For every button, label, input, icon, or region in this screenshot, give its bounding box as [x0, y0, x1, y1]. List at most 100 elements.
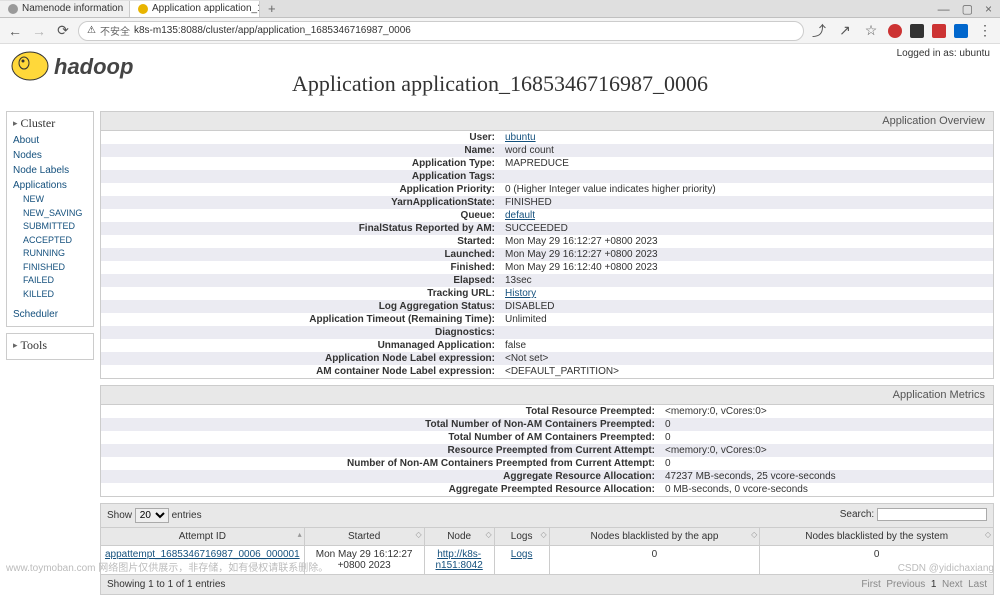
forward-button[interactable]: →	[30, 22, 48, 40]
sidebar-heading-cluster[interactable]: Cluster	[13, 116, 87, 131]
back-button[interactable]: ←	[6, 22, 24, 40]
kv-row: Application Timeout (Remaining Time):Unl…	[101, 313, 993, 326]
search-label: Search:	[840, 509, 874, 520]
svg-text:hadoop: hadoop	[54, 54, 133, 79]
sidebar-link-state-accepted[interactable]: ACCEPTED	[23, 234, 87, 248]
kv-value: false	[501, 340, 526, 351]
sort-icon: ◇	[540, 530, 546, 539]
sidebar-link-state-submitted[interactable]: SUBMITTED	[23, 220, 87, 234]
kv-row: Launched:Mon May 29 16:12:27 +0800 2023	[101, 248, 993, 261]
kv-row: Unmanaged Application:false	[101, 339, 993, 352]
overview-panel: Application Overview User:ubuntuName:wor…	[100, 111, 994, 379]
entries-selector-wrap: Show 20 entries	[107, 508, 202, 523]
th-started[interactable]: Started◇	[304, 528, 424, 546]
insecure-icon: ⚠	[87, 25, 96, 36]
kv-value: <DEFAULT_PARTITION>	[501, 366, 619, 377]
sort-icon: ▴	[298, 530, 302, 539]
kv-row: Finished:Mon May 29 16:12:40 +0800 2023	[101, 261, 993, 274]
entries-label: entries	[172, 510, 202, 521]
entries-select[interactable]: 20	[135, 508, 169, 523]
close-window-icon[interactable]: ×	[985, 2, 992, 16]
kv-label: Tracking URL:	[101, 288, 501, 299]
maximize-icon[interactable]: ▢	[962, 2, 973, 16]
watermark-left: www.toymoban.com 网络图片仅供展示，非存储，如有侵权请联系删除。	[6, 559, 328, 574]
url-text: k8s-m135:8088/cluster/app/application_16…	[134, 25, 411, 36]
pager-last[interactable]: Last	[968, 579, 987, 590]
pager-prev[interactable]: Previous	[886, 579, 925, 590]
sidebar-link-state-failed[interactable]: FAILED	[23, 274, 87, 288]
overview-heading: Application Overview	[101, 112, 993, 131]
share-icon[interactable]: ↗	[836, 22, 854, 40]
sort-icon: ◇	[985, 530, 991, 539]
kv-label: Queue:	[101, 210, 501, 221]
extension-icon[interactable]	[910, 24, 924, 38]
sidebar-link-state-newsaving[interactable]: NEW_SAVING	[23, 207, 87, 221]
share-icon[interactable]: ⤴	[810, 22, 828, 40]
sidebar-link-state-killed[interactable]: KILLED	[23, 288, 87, 302]
kv-value: 0	[661, 458, 671, 469]
pager: First Previous 1 Next Last	[861, 579, 987, 590]
kv-row: Application Tags:	[101, 170, 993, 183]
pager-first[interactable]: First	[861, 579, 880, 590]
th-bl-sys[interactable]: Nodes blacklisted by the system◇	[760, 528, 994, 546]
kv-row: YarnApplicationState:FINISHED	[101, 196, 993, 209]
sidebar-link-state-new[interactable]: NEW	[23, 193, 87, 207]
browser-tab-active[interactable]: Application application_16... ×	[130, 1, 260, 17]
sidebar-link-about[interactable]: About	[13, 133, 87, 148]
th-node[interactable]: Node◇	[424, 528, 494, 546]
kv-value: 47237 MB-seconds, 25 vcore-seconds	[661, 471, 836, 482]
browser-tab[interactable]: Namenode information ×	[0, 1, 130, 17]
reload-button[interactable]: ⟳	[54, 22, 72, 40]
sidebar-link-node-labels[interactable]: Node Labels	[13, 163, 87, 178]
tab-title: Application application_16...	[152, 3, 260, 14]
kv-value[interactable]: ubuntu	[501, 132, 536, 143]
kv-label: Started:	[101, 236, 501, 247]
kv-label: Aggregate Preempted Resource Allocation:	[101, 484, 661, 495]
sidebar-link-state-running[interactable]: RUNNING	[23, 247, 87, 261]
th-logs[interactable]: Logs◇	[494, 528, 549, 546]
kv-value[interactable]: History	[501, 288, 536, 299]
kv-label: Resource Preempted from Current Attempt:	[101, 445, 661, 456]
kv-row: User:ubuntu	[101, 131, 993, 144]
sidebar-heading-tools[interactable]: Tools	[13, 338, 87, 353]
search-input[interactable]	[877, 508, 987, 521]
sidebar: Cluster About Nodes Node Labels Applicat…	[6, 111, 94, 595]
kv-value: 0	[661, 419, 671, 430]
cell-bl-app: 0	[549, 546, 760, 575]
node-link[interactable]: http://k8s-n151:8042	[436, 549, 483, 571]
sidebar-tools-box: Tools	[6, 333, 94, 360]
kv-value: 0 (Higher Integer value indicates higher…	[501, 184, 716, 195]
extension-icon[interactable]	[954, 24, 968, 38]
address-bar[interactable]: ⚠ 不安全 k8s-m135:8088/cluster/app/applicat…	[78, 21, 804, 41]
sidebar-link-applications[interactable]: Applications	[13, 178, 87, 193]
sidebar-link-state-finished[interactable]: FINISHED	[23, 261, 87, 275]
sidebar-link-scheduler[interactable]: Scheduler	[13, 307, 87, 322]
kv-label: AM container Node Label expression:	[101, 366, 501, 377]
kv-label: Unmanaged Application:	[101, 340, 501, 351]
kv-row: Number of Non-AM Containers Preempted fr…	[101, 457, 993, 470]
menu-icon[interactable]: ⋮	[976, 22, 994, 40]
kv-label: Application Node Label expression:	[101, 353, 501, 364]
sidebar-link-nodes[interactable]: Nodes	[13, 148, 87, 163]
kv-row: Application Priority:0 (Higher Integer v…	[101, 183, 993, 196]
kv-row: Queue:default	[101, 209, 993, 222]
kv-row: AM container Node Label expression:<DEFA…	[101, 365, 993, 378]
new-tab-button[interactable]: +	[260, 1, 284, 16]
kv-value: <memory:0, vCores:0>	[661, 406, 767, 417]
pager-page[interactable]: 1	[931, 579, 937, 590]
minimize-icon[interactable]: —	[938, 2, 950, 16]
kv-label: Finished:	[101, 262, 501, 273]
kv-value: <memory:0, vCores:0>	[661, 445, 767, 456]
kv-row: Application Type:MAPREDUCE	[101, 157, 993, 170]
extension-icon[interactable]	[932, 24, 946, 38]
kv-value: 0 MB-seconds, 0 vcore-seconds	[661, 484, 808, 495]
logs-link[interactable]: Logs	[511, 549, 533, 560]
pager-next[interactable]: Next	[942, 579, 963, 590]
th-bl-app[interactable]: Nodes blacklisted by the app◇	[549, 528, 760, 546]
th-attempt-id[interactable]: Attempt ID▴	[101, 528, 305, 546]
kv-value[interactable]: default	[501, 210, 535, 221]
kv-value: MAPREDUCE	[501, 158, 569, 169]
star-icon[interactable]: ☆	[862, 22, 880, 40]
extension-icon[interactable]	[888, 24, 902, 38]
sort-icon: ◇	[485, 530, 491, 539]
